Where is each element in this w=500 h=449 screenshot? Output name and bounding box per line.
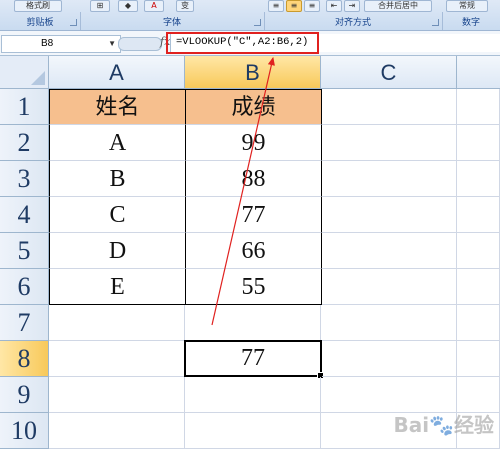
watermark-text-2: 经验: [454, 413, 494, 437]
paw-icon: 🐾: [429, 413, 454, 437]
annotation-arrow: [211, 56, 275, 326]
watermark-text: Bai: [393, 413, 430, 437]
watermark-logo: Bai🐾经验: [393, 409, 494, 438]
